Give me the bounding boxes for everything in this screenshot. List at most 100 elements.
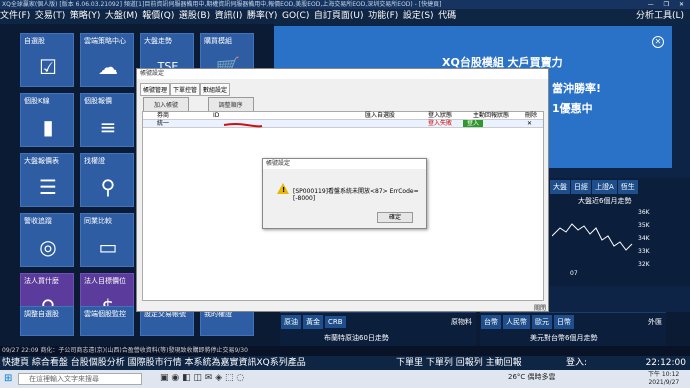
reorder-button[interactable]: 調整順序: [207, 97, 254, 112]
window-title: XQ全球贏家(個人版) [版本 6.06.03.21092]: [2, 1, 122, 8]
tab-account-management[interactable]: 帳號管理: [140, 83, 171, 96]
add-account-button[interactable]: 加入帳號: [143, 97, 190, 112]
tab-jpy[interactable]: 日幣: [554, 315, 574, 329]
target-icon: ◎: [39, 235, 57, 259]
tile-label: 自選股: [24, 37, 45, 45]
checkbox-icon: ☑: [39, 55, 57, 79]
market-panel: 大盤 日經 上證A 恆生 大盤近6個月走勢 36K 35K 34K 33K 32K 0…: [548, 178, 690, 286]
window-title-bar: XQ全球贏家(個人版) [版本 6.06.03.21092] 頻道[1]目前資訊…: [0, 0, 690, 9]
page-tabs[interactable]: 快捷頁 綜合看盤 台股個股分析 國際股市行情 本系統為嘉實資訊XQ系列產品: [2, 356, 306, 370]
menu-item-info[interactable]: 資訊(I): [215, 9, 243, 24]
window-title-rest: 頻道[1]目前資訊伺服器備用中,期權資訊伺服器備用中,報價EOD,美股EOD,上…: [123, 1, 442, 8]
broker-cell: 統一: [157, 120, 170, 127]
tile-label: 雲端策略中心: [84, 37, 126, 45]
col-id: ID: [213, 112, 220, 119]
menu-item-function[interactable]: 功能(F): [368, 9, 398, 24]
tab-twd[interactable]: 台幣: [481, 315, 501, 329]
tab-cny[interactable]: 人民幣: [503, 315, 530, 329]
tile-label: 個股K線: [24, 97, 50, 105]
tile-label: 大盤走勢: [144, 37, 172, 45]
y-tick: 36K: [638, 209, 650, 216]
taskbar-apps-icons[interactable]: ▣ ◉ ◧ ◫ ✉ ◈ ⬚ ◌: [160, 373, 244, 383]
menu-item-quote[interactable]: 報價(Q): [142, 9, 174, 24]
cloud-icon: ☁: [98, 55, 118, 79]
error-message-box: 帳號設定 ! [SP000119]看盤系統未開放<87> ErrCode=[-8…: [262, 158, 427, 229]
banner-line2: 當沖勝率!: [552, 82, 602, 95]
message-text: [SP000119]看盤系統未開放<87> ErrCode=[-8000]: [293, 188, 419, 202]
list-icon: ☰: [39, 175, 57, 199]
tile-peer-compare[interactable]: 同業比較 ▭: [80, 213, 134, 267]
tab-nikkei[interactable]: 日經: [571, 180, 591, 194]
tab-shanghai[interactable]: 上證A: [592, 180, 617, 194]
system-time: 22:12:00: [645, 358, 686, 368]
menu-item-winrate[interactable]: 勝率(Y): [247, 9, 278, 24]
tile-label: 個股報價: [84, 97, 112, 105]
tile-label: 警收追蹤: [24, 217, 52, 225]
tab-hangseng[interactable]: 恆生: [617, 180, 638, 194]
tile-cloud-strategy[interactable]: 雲端策略中心 ☁: [80, 33, 134, 87]
col-broker: 券商: [157, 112, 170, 119]
market-chart-title: 大盤近6個月走勢: [578, 197, 632, 205]
weather-widget[interactable]: 26°C 偶時多雲: [508, 372, 556, 382]
candlestick-icon: ▮: [42, 115, 54, 139]
windows-start-icon[interactable]: ⊞: [4, 373, 12, 384]
clock-time: 下午 10:12: [648, 371, 680, 378]
tab-crude[interactable]: 原油: [281, 315, 301, 329]
tile-stock-kline[interactable]: 個股K線 ▮: [20, 93, 74, 147]
tile-watchlist[interactable]: 自選股 ☑: [20, 33, 74, 87]
tile-label: 找權證: [84, 157, 105, 165]
tile-market-table[interactable]: 大盤報價表 ☰: [20, 153, 74, 207]
tab-eur[interactable]: 歐元: [532, 315, 552, 329]
col-login-status: 登入狀態: [428, 112, 453, 119]
taskbar-clock[interactable]: 下午 10:12 2021/9/27: [648, 371, 679, 387]
y-tick: 32K: [638, 261, 650, 268]
menu-item-analysis-tools[interactable]: 分析工具(L): [636, 9, 684, 24]
menu-item-go[interactable]: GO(C): [282, 9, 309, 24]
menu-item-settings[interactable]: 設定(S): [403, 9, 434, 24]
forex-caption: 美元對台幣6個月走勢: [530, 334, 598, 342]
taskbar-search-input[interactable]: 在這裡輸入文字來搜尋: [18, 373, 142, 385]
window-controls[interactable]: — ❐ ✕: [648, 0, 688, 9]
tile-alert-tracking[interactable]: 警收追蹤 ◎: [20, 213, 74, 267]
clock-date: 2021/9/27: [648, 379, 680, 386]
tab-taiex[interactable]: 大盤: [550, 180, 570, 194]
y-tick: 35K: [638, 222, 650, 229]
menu-item-strategy[interactable]: 策略(Y): [70, 9, 101, 24]
ok-button[interactable]: 確定: [377, 212, 413, 223]
tile-label: 法人目標價位: [84, 277, 126, 285]
login-button[interactable]: 登入: [463, 120, 484, 127]
tab-order-control[interactable]: 下單控管: [170, 83, 201, 96]
table-row[interactable]: 統一 登入失敗 登入 ✕: [143, 120, 543, 128]
windows-taskbar: ⊞ 在這裡輸入文字來搜尋 ▣ ◉ ◧ ◫ ✉ ◈ ⬚ ◌ 26°C 偶時多雲 下…: [0, 370, 690, 388]
delete-icon[interactable]: ✕: [527, 120, 532, 128]
tile-adjust-watchlist[interactable]: 調整自選股: [20, 306, 74, 336]
warning-icon-mark: !: [282, 186, 286, 194]
menu-item-custom-page[interactable]: 自訂頁面(U): [314, 9, 364, 24]
commodity-label: 原物料: [451, 318, 472, 326]
y-tick: 33K: [638, 248, 650, 255]
col-delete: 刪除: [525, 112, 538, 119]
menu-item-trade[interactable]: 交易(T): [35, 9, 66, 24]
tile-find-warrant[interactable]: 找權證 ⚲: [80, 153, 134, 207]
close-button[interactable]: 關閉: [534, 303, 546, 312]
tab-crb[interactable]: CRB: [325, 316, 346, 328]
banner-line3: 1優惠中: [552, 102, 593, 115]
tile-cloud-monitor[interactable]: 雲端個股監控: [80, 306, 134, 336]
login-status-cell: 登入失敗: [428, 120, 453, 127]
commodity-panel: 原油 黃金 CRB 原物料 布蘭特原油60日走勢: [280, 312, 476, 346]
market-chart: [552, 223, 633, 251]
close-icon[interactable]: ✕: [652, 36, 664, 48]
order-tabs[interactable]: 下單里 下單列 回報列 主動回報: [396, 356, 522, 370]
news-ticker[interactable]: 09/27 22:09 商化：子公司商志遠(京)(山西)合盈營收資料(等)發現致…: [0, 346, 690, 356]
col-report-status: 主動回報狀態: [473, 112, 510, 119]
quote-list-icon: ≡: [99, 115, 117, 139]
y-tick: 34K: [638, 235, 650, 242]
promo-banner-side[interactable]: 當沖勝率! 1優惠中: [548, 78, 672, 168]
tile-stock-quote[interactable]: 個股報價 ≡: [80, 93, 134, 147]
tab-group-settings[interactable]: 數組設定: [200, 83, 231, 96]
menu-item-market[interactable]: 大盤(M): [105, 9, 138, 24]
menu-item-code[interactable]: 代碼: [438, 9, 456, 24]
menu-item-screener[interactable]: 選股(B): [179, 9, 210, 24]
tab-gold[interactable]: 黃金: [303, 315, 323, 329]
menu-item-file[interactable]: 文件(F): [0, 9, 30, 24]
